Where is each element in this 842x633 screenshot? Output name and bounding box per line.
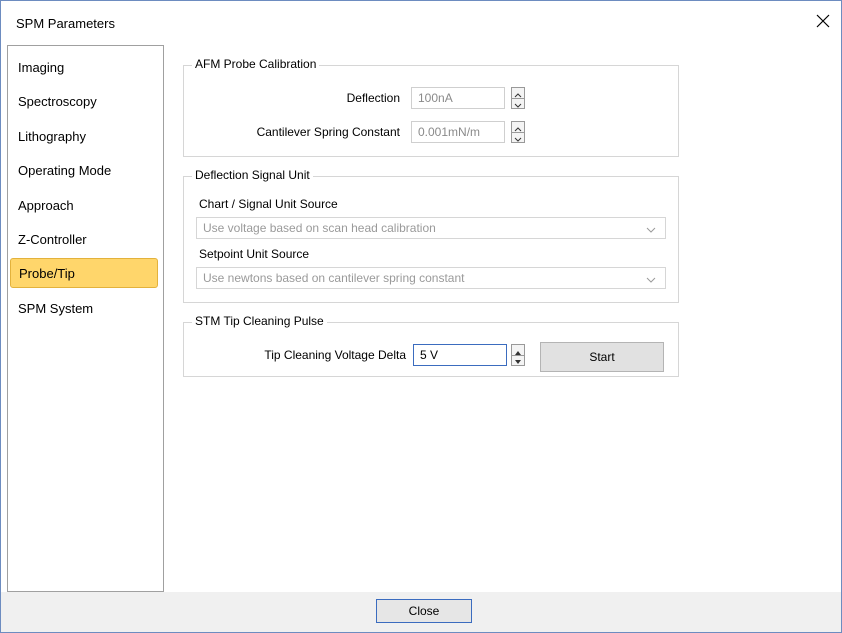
cleaning-voltage-label: Tip Cleaning Voltage Delta [264, 348, 406, 362]
sidebar-item-label: Approach [18, 197, 74, 213]
sidebar-item-label: Spectroscopy [18, 93, 97, 109]
chevron-down-icon [645, 222, 657, 242]
setpoint-source-value: Use newtons based on cantilever spring c… [203, 271, 465, 285]
decrement-icon[interactable] [512, 98, 524, 108]
deflection-field[interactable]: 100nA [411, 87, 505, 109]
deflection-signal-group: Deflection Signal Unit Chart / Signal Un… [183, 168, 679, 303]
chart-source-label: Chart / Signal Unit Source [199, 197, 338, 211]
sidebar-item-label: Imaging [18, 59, 65, 75]
cleaning-voltage-stepper[interactable] [511, 344, 525, 366]
sidebar-item-z-controller[interactable]: Z-Controller [10, 224, 158, 254]
title-bar: SPM Parameters [1, 1, 841, 43]
sidebar-item-label: Probe/Tip [19, 265, 75, 281]
start-button[interactable]: Start [540, 342, 664, 372]
decrement-icon[interactable] [512, 132, 524, 142]
stm-cleaning-group: STM Tip Cleaning Pulse Tip Cleaning Volt… [183, 314, 679, 377]
sidebar-item-imaging[interactable]: Imaging [10, 52, 158, 82]
chevron-down-icon [645, 272, 657, 292]
sidebar-item-label: Z-Controller [18, 231, 87, 247]
sidebar-item-approach[interactable]: Approach [10, 190, 158, 220]
spring-constant-stepper[interactable] [511, 121, 525, 143]
sidebar-item-label: Lithography [18, 128, 86, 144]
group-title: AFM Probe Calibration [192, 57, 320, 71]
sidebar-item-probe-tip[interactable]: Probe/Tip [10, 258, 158, 288]
setpoint-source-label: Setpoint Unit Source [199, 247, 310, 261]
spring-constant-label: Cantilever Spring Constant [256, 125, 400, 139]
cleaning-voltage-field[interactable]: 5 V [413, 344, 507, 366]
content-panel: AFM Probe Calibration Deflection 100nA C… [164, 45, 841, 590]
deflection-stepper[interactable] [511, 87, 525, 109]
deflection-label: Deflection [346, 91, 400, 105]
sidebar-item-label: Operating Mode [18, 162, 112, 178]
sidebar-item-operating-mode[interactable]: Operating Mode [10, 155, 158, 185]
setpoint-source-select[interactable]: Use newtons based on cantilever spring c… [196, 267, 666, 289]
group-title: Deflection Signal Unit [192, 168, 313, 182]
decrement-icon[interactable] [512, 355, 524, 365]
close-icon[interactable] [811, 9, 835, 33]
close-button[interactable]: Close [376, 599, 472, 623]
spm-parameters-dialog: SPM Parameters Imaging Spectroscopy Lith… [0, 0, 842, 633]
chart-source-value: Use voltage based on scan head calibrati… [203, 221, 436, 235]
window-title: SPM Parameters [16, 16, 115, 31]
group-title: STM Tip Cleaning Pulse [192, 314, 327, 328]
sidebar-item-label: SPM System [18, 300, 94, 316]
sidebar-item-spectroscopy[interactable]: Spectroscopy [10, 86, 158, 116]
sidebar-item-lithography[interactable]: Lithography [10, 121, 158, 151]
spring-constant-field[interactable]: 0.001mN/m [411, 121, 505, 143]
chart-source-select[interactable]: Use voltage based on scan head calibrati… [196, 217, 666, 239]
afm-calibration-group: AFM Probe Calibration Deflection 100nA C… [183, 57, 679, 157]
sidebar-item-spm-system[interactable]: SPM System [10, 293, 158, 323]
sidebar: Imaging Spectroscopy Lithography Operati… [7, 45, 164, 592]
